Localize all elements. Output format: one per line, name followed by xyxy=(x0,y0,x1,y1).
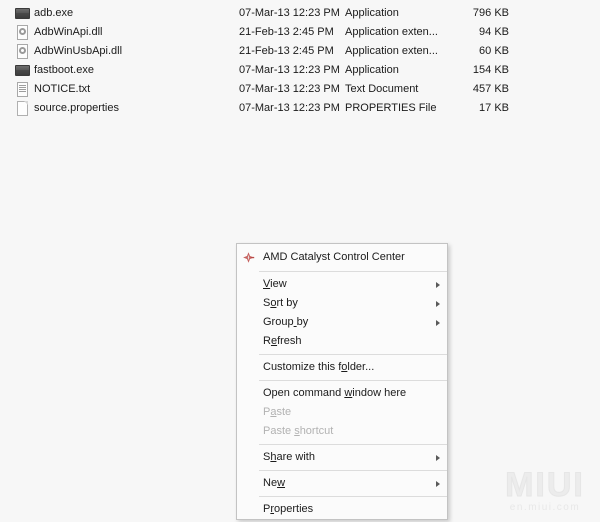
file-size: 796 KB xyxy=(472,7,509,19)
watermark-sub-text: en.miui.com xyxy=(509,502,581,513)
menu-item-label: Open command window here xyxy=(263,387,407,399)
amd-catalyst-icon xyxy=(241,250,256,265)
file-name: AdbWinApi.dll xyxy=(34,26,103,38)
file-list[interactable]: adb.exe 07-Mar-13 12:23 PM Application 796 … xyxy=(0,4,520,118)
file-type: Application xyxy=(345,64,399,76)
chevron-right-icon xyxy=(436,281,440,288)
file-row[interactable]: fastboot.exe 07-Mar-13 12:23 PM Applicatio… xyxy=(0,61,520,80)
blank-document-icon xyxy=(15,101,30,116)
file-row[interactable]: AdbWinApi.dll 21-Feb-13 2:45 PM Applicatio… xyxy=(0,23,520,42)
file-name: source.properties xyxy=(34,102,119,114)
menu-separator xyxy=(259,380,447,381)
file-date-modified: 07-Mar-13 12:23 PM xyxy=(239,64,340,76)
context-menu[interactable]: AMD Catalyst Control Center View Sort by Gr… xyxy=(236,243,448,520)
chevron-right-icon xyxy=(436,454,440,461)
menu-item-open-command-window-here[interactable]: Open command window here xyxy=(237,384,447,403)
dll-gear-icon xyxy=(15,44,30,59)
application-exe-icon xyxy=(15,63,30,78)
chevron-right-icon xyxy=(436,480,440,487)
menu-separator xyxy=(259,354,447,355)
file-type: Application xyxy=(345,7,399,19)
menu-item-label: Refresh xyxy=(263,335,302,347)
file-size: 457 KB xyxy=(472,83,509,95)
file-row[interactable]: source.properties 07-Mar-13 12:23 PM PROPE… xyxy=(0,99,520,118)
menu-item-view[interactable]: View xyxy=(237,275,447,294)
menu-item-properties[interactable]: Properties xyxy=(237,500,447,519)
chevron-right-icon xyxy=(436,319,440,326)
menu-separator xyxy=(259,496,447,497)
menu-item-label: Paste xyxy=(263,406,292,418)
text-document-icon xyxy=(15,82,30,97)
menu-item-label: Group by xyxy=(263,316,309,328)
menu-item-paste: Paste xyxy=(237,403,447,422)
menu-item-customize-this-folder[interactable]: Customize this folder... xyxy=(237,358,447,377)
file-name: NOTICE.txt xyxy=(34,83,91,95)
menu-item-amd-catalyst-control-center[interactable]: AMD Catalyst Control Center xyxy=(237,246,447,268)
menu-item-label: Customize this folder... xyxy=(263,361,375,373)
chevron-right-icon xyxy=(436,300,440,307)
menu-item-group-by[interactable]: Group by xyxy=(237,313,447,332)
menu-item-label: Paste shortcut xyxy=(263,425,334,437)
dll-gear-icon xyxy=(15,25,30,40)
file-size: 154 KB xyxy=(472,64,509,76)
file-date-modified: 07-Mar-13 12:23 PM xyxy=(239,7,340,19)
file-row[interactable]: NOTICE.txt 07-Mar-13 12:23 PM Text Documen… xyxy=(0,80,520,99)
file-date-modified: 07-Mar-13 12:23 PM xyxy=(239,83,340,95)
menu-item-share-with[interactable]: Share with xyxy=(237,448,447,467)
menu-item-label: Sort by xyxy=(263,297,298,309)
menu-item-new[interactable]: New xyxy=(237,474,447,493)
file-name: adb.exe xyxy=(34,7,74,19)
file-row[interactable]: AdbWinUsbApi.dll 21-Feb-13 2:45 PM Applica… xyxy=(0,42,520,61)
miui-watermark: MIUI en.miui.com xyxy=(496,468,594,514)
menu-separator xyxy=(259,271,447,272)
menu-item-label: New xyxy=(263,477,286,489)
file-row[interactable]: adb.exe 07-Mar-13 12:23 PM Application 796 … xyxy=(0,4,520,23)
menu-item-sort-by[interactable]: Sort by xyxy=(237,294,447,313)
menu-separator xyxy=(259,470,447,471)
menu-item-paste-shortcut: Paste shortcut xyxy=(237,422,447,441)
watermark-main-text: MIUI xyxy=(505,466,585,504)
file-size: 17 KB xyxy=(479,102,509,114)
file-date-modified: 21-Feb-13 2:45 PM xyxy=(239,45,334,57)
file-size: 60 KB xyxy=(479,45,509,57)
file-name: fastboot.exe xyxy=(34,64,94,76)
menu-item-label: Share with xyxy=(263,451,315,463)
file-size: 94 KB xyxy=(479,26,509,38)
menu-item-refresh[interactable]: Refresh xyxy=(237,332,447,351)
file-date-modified: 07-Mar-13 12:23 PM xyxy=(239,102,340,114)
file-date-modified: 21-Feb-13 2:45 PM xyxy=(239,26,334,38)
application-exe-icon xyxy=(15,6,30,21)
menu-item-label: Properties xyxy=(263,503,314,515)
menu-separator xyxy=(259,444,447,445)
menu-item-label: AMD Catalyst Control Center xyxy=(263,251,405,263)
file-name: AdbWinUsbApi.dll xyxy=(34,45,123,57)
menu-item-label: View xyxy=(263,278,287,290)
